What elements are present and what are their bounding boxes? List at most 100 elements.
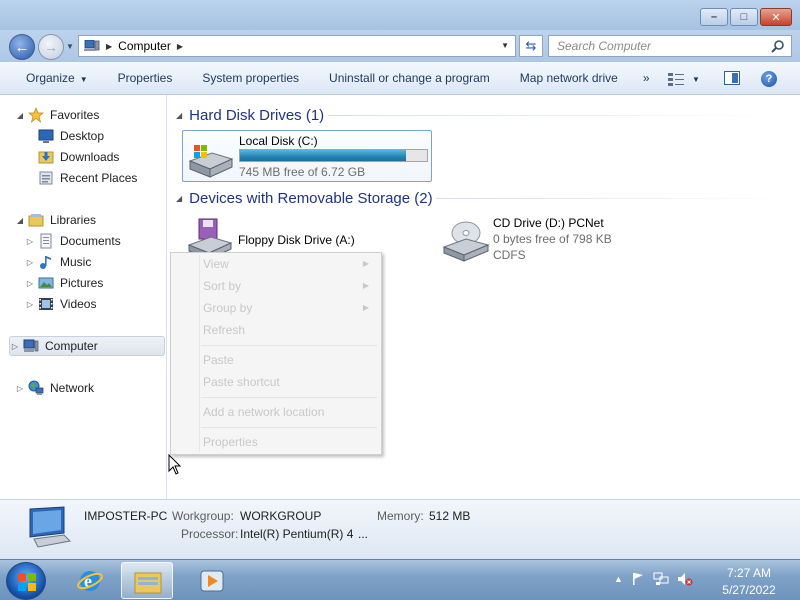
organize-label: Organize bbox=[26, 71, 75, 85]
taskbar: e ▲ 7:27 AM 5/27/2022 bbox=[0, 559, 800, 600]
nav-label: Desktop bbox=[60, 129, 105, 143]
downloads-folder-icon bbox=[38, 151, 54, 164]
nav-videos[interactable]: ▷ Videos bbox=[25, 294, 97, 314]
nav-libraries[interactable]: ◢ Libraries bbox=[15, 210, 96, 230]
refresh-button[interactable]: ⇆ bbox=[519, 35, 543, 57]
collapsed-arrow-icon[interactable]: ▷ bbox=[25, 300, 35, 309]
collapsed-arrow-icon[interactable]: ▷ bbox=[25, 279, 35, 288]
menu-item-view[interactable]: View bbox=[203, 257, 229, 271]
nav-recent-places[interactable]: Recent Places bbox=[35, 168, 137, 188]
menu-item-refresh[interactable]: Refresh bbox=[203, 323, 245, 337]
more-commands-button[interactable]: » bbox=[633, 71, 660, 85]
drive-cd-d[interactable]: CD Drive (D:) PCNet 0 bytes free of 798 … bbox=[438, 213, 688, 265]
maximize-button[interactable]: □ bbox=[730, 8, 758, 26]
collapsed-arrow-icon[interactable]: ▷ bbox=[15, 384, 25, 393]
nav-pictures[interactable]: ▷ Pictures bbox=[25, 273, 103, 293]
address-input[interactable]: ▶ Computer ▶ ▼ bbox=[78, 35, 516, 57]
nav-label: Downloads bbox=[60, 150, 120, 164]
help-icon[interactable]: ? bbox=[761, 71, 777, 87]
submenu-arrow-icon: ▶ bbox=[362, 259, 369, 268]
arrow-left-icon: ← bbox=[14, 38, 30, 56]
explorer-folder-icon bbox=[134, 572, 162, 594]
details-pane: IMPOSTER-PC Workgroup: WORKGROUP Memory:… bbox=[0, 499, 800, 559]
recent-pages-dropdown-icon[interactable]: ▼ bbox=[66, 42, 74, 51]
properties-button[interactable]: Properties bbox=[103, 71, 188, 85]
preview-pane-button[interactable] bbox=[724, 71, 740, 85]
expanded-arrow-icon[interactable]: ◢ bbox=[15, 216, 25, 225]
refresh-icon: ⇆ bbox=[525, 38, 537, 53]
nav-computer[interactable]: ▷ Computer bbox=[9, 336, 165, 356]
clock-time[interactable]: 7:27 AM bbox=[706, 566, 792, 580]
close-button[interactable]: ✕ bbox=[760, 8, 792, 26]
mouse-cursor-icon bbox=[168, 454, 182, 475]
taskbar-windows-explorer[interactable] bbox=[121, 562, 173, 599]
pictures-icon bbox=[38, 277, 54, 289]
arrow-right-icon: → bbox=[44, 39, 58, 55]
nav-label: Music bbox=[60, 255, 92, 269]
nav-documents[interactable]: ▷ Documents bbox=[25, 231, 121, 251]
drive-free-space: 745 MB free of 6.72 GB bbox=[239, 165, 366, 179]
drive-free-space: 0 bytes free of 798 KB bbox=[493, 232, 612, 246]
nav-label: Favorites bbox=[50, 108, 100, 122]
map-network-drive-button[interactable]: Map network drive bbox=[505, 71, 633, 85]
nav-downloads[interactable]: Downloads bbox=[35, 147, 119, 167]
start-button[interactable] bbox=[6, 562, 46, 600]
chevron-down-icon: ▼ bbox=[692, 74, 700, 84]
show-hidden-icons-icon[interactable]: ▲ bbox=[614, 574, 623, 584]
chevron-right-icon[interactable]: ▶ bbox=[106, 42, 112, 51]
computer-name: IMPOSTER-PC bbox=[84, 509, 168, 523]
collapsed-arrow-icon[interactable]: ▷ bbox=[25, 258, 35, 267]
system-tray: ▲ bbox=[614, 572, 693, 586]
expanded-arrow-icon: ◢ bbox=[176, 110, 183, 120]
expanded-arrow-icon[interactable]: ◢ bbox=[15, 111, 25, 120]
collapsed-arrow-icon[interactable]: ▷ bbox=[10, 342, 20, 351]
drive-name: Floppy Disk Drive (A:) bbox=[238, 233, 355, 247]
menu-icon-strip bbox=[199, 255, 200, 452]
menu-item-add-network-location[interactable]: Add a network location bbox=[203, 405, 324, 419]
window-titlebar[interactable]: – □ ✕ bbox=[0, 0, 800, 30]
nav-music[interactable]: ▷ Music bbox=[25, 252, 91, 272]
breadcrumb-computer[interactable]: Computer bbox=[118, 39, 171, 53]
network-status-icon[interactable] bbox=[653, 572, 669, 586]
menu-item-group-by[interactable]: Group by bbox=[203, 301, 252, 315]
nav-label: Computer bbox=[45, 339, 98, 353]
taskbar-internet-explorer[interactable]: e bbox=[64, 562, 116, 599]
organize-button[interactable]: Organize ▼ bbox=[0, 71, 103, 85]
desktop-icon bbox=[38, 129, 54, 143]
search-input[interactable]: Search Computer bbox=[548, 35, 792, 57]
computer-icon bbox=[23, 339, 39, 352]
action-center-flag-icon[interactable] bbox=[631, 572, 645, 586]
chevron-right-icon[interactable]: ▶ bbox=[177, 42, 183, 51]
menu-separator bbox=[201, 345, 377, 346]
back-button[interactable]: ← bbox=[9, 34, 35, 60]
clock-date[interactable]: 5/27/2022 bbox=[706, 583, 792, 597]
menu-item-paste[interactable]: Paste bbox=[203, 353, 234, 367]
memory-label: Memory: bbox=[377, 509, 424, 523]
forward-button[interactable]: → bbox=[38, 34, 64, 60]
group-header-hard-disk-drives[interactable]: ◢ Hard Disk Drives (1) bbox=[176, 105, 324, 125]
drive-local-disk-c[interactable]: Local Disk (C:) 745 MB free of 6.72 GB bbox=[182, 130, 432, 182]
nav-favorites[interactable]: ◢ Favorites bbox=[15, 105, 99, 125]
nav-network[interactable]: ▷ Network bbox=[15, 378, 94, 398]
computer-icon bbox=[29, 506, 72, 548]
uninstall-program-button[interactable]: Uninstall or change a program bbox=[314, 71, 505, 85]
menu-item-sort-by[interactable]: Sort by bbox=[203, 279, 241, 293]
search-placeholder: Search Computer bbox=[557, 39, 652, 53]
change-view-button[interactable]: ▼ bbox=[668, 71, 708, 87]
taskbar-media-player[interactable] bbox=[186, 562, 238, 599]
menu-separator bbox=[201, 397, 377, 398]
nav-label: Libraries bbox=[50, 213, 97, 227]
volume-muted-icon[interactable] bbox=[677, 572, 693, 586]
menu-item-paste-shortcut[interactable]: Paste shortcut bbox=[203, 375, 280, 389]
chevron-down-icon[interactable]: ▼ bbox=[501, 41, 509, 50]
internet-explorer-icon: e bbox=[77, 571, 103, 591]
collapsed-arrow-icon[interactable]: ▷ bbox=[25, 237, 35, 246]
menu-item-properties[interactable]: Properties bbox=[203, 435, 258, 449]
system-properties-button[interactable]: System properties bbox=[187, 71, 314, 85]
nav-desktop[interactable]: Desktop bbox=[35, 126, 104, 146]
search-icon[interactable] bbox=[771, 39, 785, 53]
group-divider bbox=[436, 198, 788, 199]
nav-label: Network bbox=[50, 381, 95, 395]
group-header-removable-storage[interactable]: ◢ Devices with Removable Storage (2) bbox=[176, 188, 433, 208]
minimize-button[interactable]: – bbox=[700, 8, 728, 26]
